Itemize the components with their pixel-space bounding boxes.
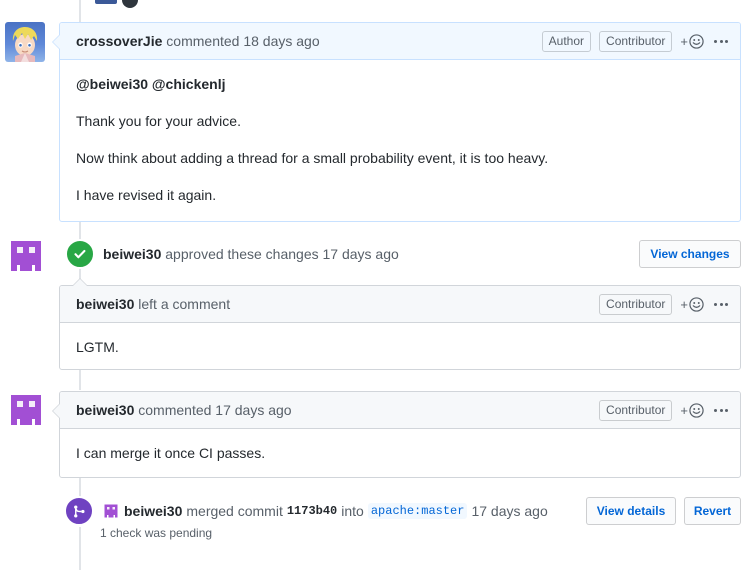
comment-header: beiwei30 commented 17 days ago Contribut… [60, 392, 740, 429]
crossoverjie-avatar[interactable] [5, 22, 45, 62]
badge-contributor: Contributor [599, 31, 672, 52]
comment-paragraph-1: Thank you for your advice. [76, 111, 724, 132]
beiwei30-avatar-comment[interactable] [8, 392, 44, 428]
comment-header-text: crossoverJie commented 18 days ago [76, 33, 320, 49]
comment-paragraph-1: I can merge it once CI passes. [76, 443, 724, 464]
comment-header: beiwei30 left a comment Contributor + [60, 286, 740, 323]
comment-paragraph-1: LGTM. [76, 337, 724, 358]
commit-sha-link[interactable]: 1173b40 [287, 504, 337, 518]
comment-body: I can merge it once CI passes. [60, 429, 740, 480]
merge-verb: merged commit [186, 503, 282, 519]
comment-author-link[interactable]: beiwei30 [76, 296, 134, 312]
comment-crossoverjie: crossoverJie commented 18 days ago Autho… [59, 22, 741, 222]
comment-paragraph-mentions: @beiwei30 @chickenlj [76, 74, 724, 95]
badge-contributor: Contributor [599, 294, 672, 315]
comment-beiwei30-review: beiwei30 left a comment Contributor + [59, 285, 741, 370]
merge-author-link[interactable]: beiwei30 [124, 503, 182, 519]
comment-action-text: left a comment [138, 296, 230, 312]
smiley-icon [689, 34, 704, 49]
reaction-pill-1[interactable] [95, 0, 117, 4]
pull-request-conversation: crossoverJie commented 18 days ago Autho… [0, 0, 755, 570]
plus-sign: + [680, 403, 688, 418]
smiley-icon [689, 403, 704, 418]
beiwei30-mini-avatar[interactable] [103, 503, 119, 519]
comment-author-link[interactable]: crossoverJie [76, 33, 162, 49]
comment-header: crossoverJie commented 18 days ago Autho… [60, 23, 740, 60]
kebab-menu-icon[interactable] [712, 40, 730, 43]
check-circle-icon [65, 239, 95, 269]
merge-into-word: into [341, 503, 364, 519]
git-merge-icon [64, 496, 94, 526]
merge-event-text: beiwei30 merged commit 1173b40 into apac… [103, 503, 548, 519]
clipped-reaction-row[interactable] [95, 0, 138, 8]
comment-header-text: beiwei30 commented 17 days ago [76, 402, 292, 418]
comment-beiwei30: beiwei30 commented 17 days ago Contribut… [59, 391, 741, 478]
review-approved-text: beiwei30 approved these changes 17 days … [103, 246, 399, 262]
comment-header-actions: Author Contributor + [542, 31, 730, 52]
beiwei30-avatar-review[interactable] [8, 238, 44, 274]
revert-button[interactable]: Revert [684, 497, 741, 525]
plus-sign: + [680, 34, 688, 49]
comment-arrow [52, 403, 60, 419]
add-reaction-button[interactable]: + [680, 297, 704, 312]
comment-header-actions: Contributor + [599, 294, 730, 315]
comment-header-text: beiwei30 left a comment [76, 296, 230, 312]
comment-body: @beiwei30 @chickenlj Thank you for your … [60, 60, 740, 222]
merge-timestamp: 17 days ago [471, 503, 547, 519]
timeline-rail-5 [79, 527, 81, 570]
view-details-button[interactable]: View details [586, 497, 676, 525]
comment-author-link[interactable]: beiwei30 [76, 402, 134, 418]
badge-author: Author [542, 31, 591, 52]
comment-arrow-up [72, 278, 88, 286]
check-status-note: 1 check was pending [100, 526, 212, 540]
kebab-menu-icon[interactable] [712, 303, 730, 306]
timeline-rail-top [79, 0, 81, 22]
add-reaction-button[interactable]: + [680, 34, 704, 49]
reaction-pill-2[interactable] [122, 0, 138, 8]
plus-sign: + [680, 297, 688, 312]
git-merge-glyph [72, 504, 87, 519]
badge-contributor: Contributor [599, 400, 672, 421]
smiley-icon [689, 297, 704, 312]
view-changes-button[interactable]: View changes [639, 240, 741, 268]
comment-body: LGTM. [60, 323, 740, 374]
add-reaction-button[interactable]: + [680, 403, 704, 418]
timeline-rail-4 [79, 478, 81, 498]
comment-paragraph-3: I have revised it again. [76, 185, 724, 206]
review-author-link[interactable]: beiwei30 [103, 246, 161, 262]
comment-action-text: commented 17 days ago [138, 402, 291, 418]
check-mark [72, 246, 88, 262]
comment-arrow [52, 34, 60, 50]
comment-action-text: commented 18 days ago [166, 33, 319, 49]
comment-paragraph-2: Now think about adding a thread for a sm… [76, 148, 724, 169]
review-action-text: approved these changes 17 days ago [165, 246, 399, 262]
comment-header-actions: Contributor + [599, 400, 730, 421]
target-branch-link[interactable]: apache:master [368, 503, 468, 519]
kebab-menu-icon[interactable] [712, 409, 730, 412]
timeline-rail-1 [79, 222, 81, 240]
